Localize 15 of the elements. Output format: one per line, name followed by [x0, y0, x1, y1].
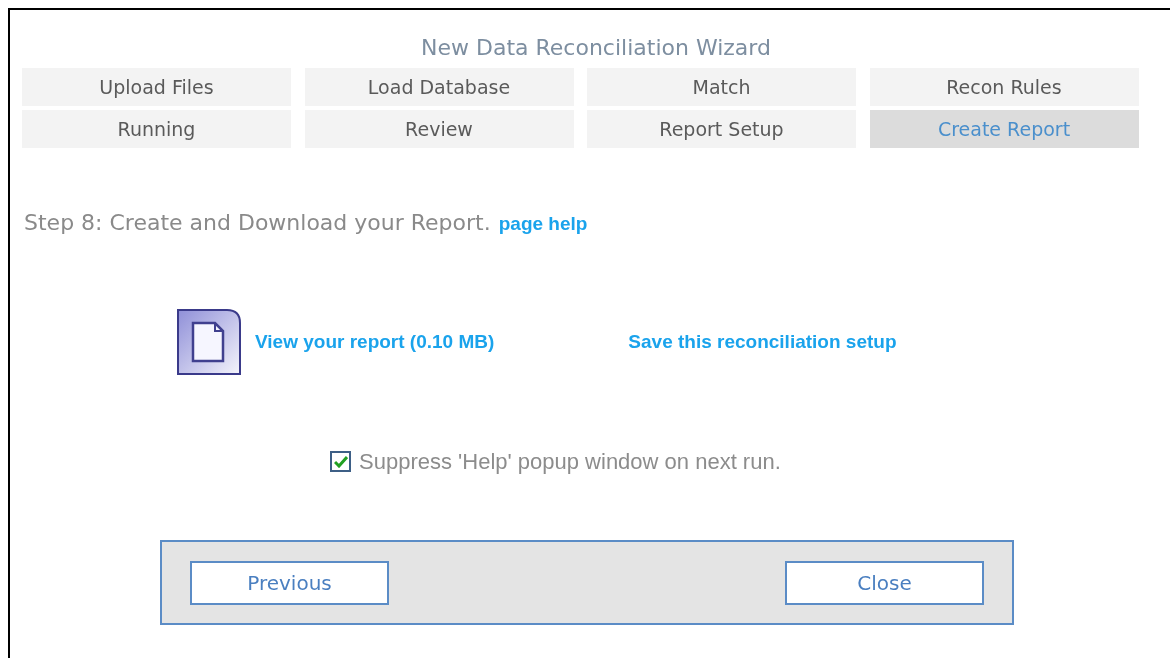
checkbox[interactable]: [330, 451, 351, 472]
step-heading: Step 8: Create and Download your Report.: [24, 209, 491, 237]
wizard-title: New Data Reconciliation Wizard: [421, 34, 771, 62]
wizard-tab[interactable]: Load Database: [304, 68, 574, 106]
wizard-tab[interactable]: Match: [587, 68, 856, 106]
checkbox-label: Suppress 'Help' popup window on next run.: [359, 448, 781, 476]
wizard-tab[interactable]: Upload Files: [22, 68, 291, 106]
document-icon: [177, 309, 241, 375]
wizard-tab[interactable]: Recon Rules: [869, 68, 1139, 106]
checkmark-icon: [333, 455, 348, 468]
close-button[interactable]: Close: [785, 560, 984, 605]
wizard-tab[interactable]: Review: [304, 110, 574, 148]
wizard-tab[interactable]: Running: [22, 110, 291, 148]
wizard-tab[interactable]: Report Setup: [587, 110, 856, 148]
previous-button[interactable]: Previous: [190, 560, 389, 605]
